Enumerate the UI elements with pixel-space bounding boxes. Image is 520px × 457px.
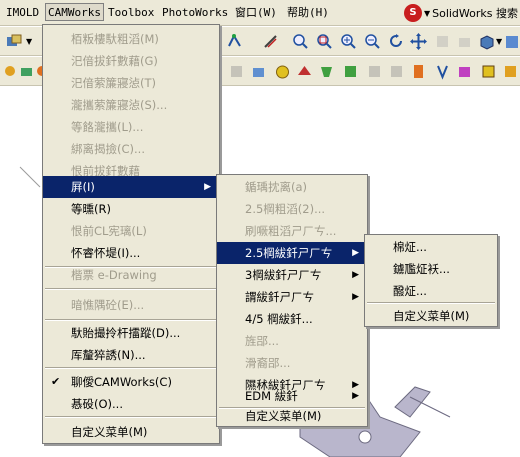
camworks-menu: 栢粄樓馱粗滔(M) 汜偣拔釺數藉(G) 汜偣萦簾寢惉(T) 瀧攜萦簾寢惉(S).… — [42, 24, 220, 444]
checkmark-icon: ✔ — [51, 375, 61, 388]
feature-tool-icon-16[interactable] — [502, 63, 519, 80]
menu-camworks[interactable]: CAMWorks — [45, 3, 104, 21]
menu-item[interactable]: 2.5棡粗滔(2)... — [217, 198, 367, 220]
menu-item[interactable]: 4/5 棡紱釺... — [217, 308, 367, 330]
menu-imold[interactable]: IMOLD — [4, 4, 41, 22]
menu-item-label: EDM 紱釺 — [245, 389, 298, 403]
menu-item-edm[interactable]: EDM 紱釺 ▶ — [217, 385, 367, 407]
display-dropdown-icon[interactable]: ▼ — [26, 33, 43, 50]
submenu-arrow-icon: ▶ — [204, 182, 211, 192]
roll-view-icon[interactable] — [434, 33, 451, 50]
feature-tool-icon-11[interactable] — [388, 63, 405, 80]
menu-item[interactable]: 怀睿怀堤(I)... — [43, 242, 219, 264]
menu-item[interactable]: 汜偣拔釺數藉(G) — [43, 50, 219, 72]
feature-tool-icon-9[interactable] — [342, 63, 359, 80]
menu-item[interactable]: 厍釐猝誘(N)... — [43, 344, 219, 366]
menu-item-label: 3棡紱釺ㄕㄏㄘ — [245, 268, 322, 282]
feature-tool-icon-2[interactable] — [18, 63, 35, 80]
submenu-arrow-icon: ▶ — [352, 248, 359, 258]
menu-separator — [45, 416, 217, 418]
menu-item-label: 謂紱釺ㄕㄏㄘ — [245, 290, 314, 304]
feature-tool-icon-13[interactable] — [434, 63, 451, 80]
zoom-out-icon[interactable] — [364, 33, 381, 50]
feature-tool-icon-10[interactable] — [366, 63, 383, 80]
insert-submenu: 鍎瑀抌离(a) 2.5棡粗滔(2)... 刷噘粗滔ㄕㄏㄘ... 2.5棡紱釺ㄕㄏ… — [216, 174, 368, 427]
menu-separator — [367, 302, 495, 304]
feature-tool-icon-14[interactable] — [456, 63, 473, 80]
menu-item[interactable]: 綁离揭撿(C)... — [43, 138, 219, 160]
feature-tool-icon-5[interactable] — [250, 63, 267, 80]
display-style-icon[interactable] — [6, 33, 23, 50]
menu-item[interactable]: 汜偣萦簾寢惉(T) — [43, 72, 219, 94]
feature-tool-icon-7[interactable] — [296, 63, 313, 80]
menu-photoworks[interactable]: PhotoWorks — [160, 4, 230, 22]
menu-help[interactable]: 帮助(H) — [285, 4, 331, 22]
feature-tool-icon-8[interactable] — [318, 63, 335, 80]
menu-item[interactable]: 鐪尶炡袄... — [365, 258, 497, 280]
menu-item-label: 屛(I) — [71, 180, 95, 194]
feature-tool-icon-12[interactable] — [410, 63, 427, 80]
menu-toolbox[interactable]: Toolbox — [106, 4, 156, 22]
menu-item-customize[interactable]: 自定义菜单(M) — [217, 405, 367, 427]
menu-bar: IMOLD CAMWorks Toolbox PhotoWorks 窗口(W) … — [0, 0, 520, 26]
menu-item-25axis[interactable]: 2.5棡紱釺ㄕㄏㄘ ▶ — [217, 242, 367, 264]
menu-item[interactable]: 暗憔隅砼(E)... — [43, 294, 219, 316]
menu-item[interactable]: 恨前CL宪璃(L) — [43, 220, 219, 242]
zoom-area-icon[interactable] — [292, 33, 309, 50]
feature-tool-icon-15[interactable] — [480, 63, 497, 80]
submenu-arrow-icon: ▶ — [352, 270, 359, 280]
menu-item[interactable]: 等餎瀧攜(L)... — [43, 116, 219, 138]
feature-tool-icon-6[interactable] — [274, 63, 291, 80]
menu-item[interactable]: 等曛(R) — [43, 198, 219, 220]
feature-tool-icon-4[interactable] — [228, 63, 245, 80]
submenu-arrow-icon: ▶ — [352, 292, 359, 302]
menu-item-toggle-camworks[interactable]: ✔ 聊僾CAMWorks(C) — [43, 371, 219, 393]
submenu-arrow-icon: ▶ — [352, 391, 359, 401]
section-view-icon[interactable] — [456, 33, 473, 50]
menu-item[interactable]: 惎砓(O)... — [43, 393, 219, 415]
menu-item[interactable]: 滑裔郘... — [217, 352, 367, 374]
solidworks-search-label: SolidWorks 搜索 — [432, 7, 518, 20]
shaded-icon[interactable] — [504, 33, 520, 50]
menu-item-customize[interactable]: 自定义菜单(M) — [43, 421, 219, 443]
menu-item-label: 聊僾CAMWorks(C) — [71, 375, 172, 389]
feature-tool-icon-1[interactable] — [2, 63, 19, 80]
menu-item-3axis[interactable]: 3棡紱釺ㄕㄏㄘ ▶ — [217, 264, 367, 286]
menu-item[interactable]: 楷票 e-Drawing — [43, 264, 219, 286]
menu-item-turn[interactable]: 謂紱釺ㄕㄏㄘ ▶ — [217, 286, 367, 308]
menu-item[interactable]: 瀧攜萦簾寢惉(S)... — [43, 94, 219, 116]
menu-item[interactable]: 栢粄樓馱粗滔(M) — [43, 28, 219, 50]
menu-item-insert[interactable]: 屛(I) ▶ — [43, 176, 219, 198]
menu-separator — [45, 367, 217, 369]
zoom-fit-icon[interactable] — [262, 33, 279, 50]
menu-item[interactable]: 刷噘粗滔ㄕㄏㄘ... — [217, 220, 367, 242]
menu-item[interactable]: 棉炡... — [365, 236, 497, 258]
menu-separator — [45, 319, 217, 321]
rotate-icon[interactable] — [226, 33, 243, 50]
zoom-in-out-icon[interactable] — [340, 33, 357, 50]
menu-window[interactable]: 窗口(W) — [233, 4, 279, 22]
solidworks-logo-icon: S — [403, 4, 422, 22]
menu-separator — [45, 288, 217, 290]
rotate-view-icon[interactable] — [388, 33, 405, 50]
dropdown-arrow-icon: ▼ — [423, 8, 431, 18]
menu-item-label: 2.5棡紱釺ㄕㄏㄘ — [245, 246, 333, 260]
zoom-selection-icon[interactable] — [316, 33, 333, 50]
pan-icon[interactable] — [410, 33, 427, 50]
ops-submenu: 棉炡... 鐪尶炡袄... 醱炡... 自定义菜单(M) — [364, 234, 498, 327]
menu-item[interactable]: 醱炡... — [365, 280, 497, 302]
menu-item[interactable]: 馱貽撮拎杆擂蹤(D)... — [43, 322, 219, 344]
view-orientation-icon[interactable] — [478, 33, 495, 50]
solidworks-search[interactable]: S ▼ SolidWorks 搜索 — [403, 3, 518, 23]
menu-item-customize[interactable]: 自定义菜单(M) — [365, 305, 497, 327]
menu-item[interactable]: 旌郘... — [217, 330, 367, 352]
menu-item[interactable]: 鍎瑀抌离(a) — [217, 176, 367, 198]
